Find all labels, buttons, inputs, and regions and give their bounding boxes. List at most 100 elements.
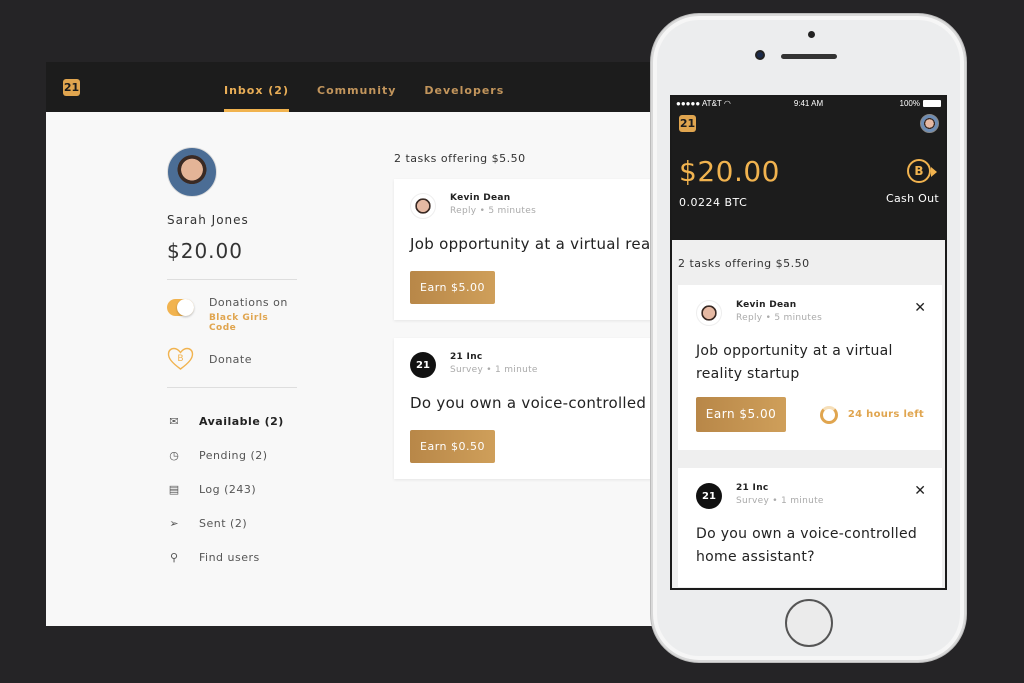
close-icon[interactable]: ✕ (914, 483, 926, 499)
mail-icon: ✉ (169, 414, 179, 428)
task-card-header: Kevin Dean Reply • 5 minutes (410, 193, 666, 219)
sidebar-item-label: Pending (2) (199, 448, 268, 462)
phone-screen: ●●●●● AT&T ◠ 9:41 AM 100% 21 $20.00 0.02… (670, 95, 947, 590)
sender-avatar: 21 (410, 352, 436, 378)
task-card-header: Kevin Dean Reply • 5 minutes (696, 300, 924, 326)
task-meta: 21 Inc Survey • 1 minute (736, 483, 824, 506)
donations-org-link[interactable]: Black Girls Code (209, 313, 299, 333)
svg-text:B: B (177, 354, 183, 364)
send-icon: ➢ (169, 516, 179, 530)
sender-avatar: 21 (696, 483, 722, 509)
divider (167, 279, 297, 280)
logo-glyph: 21 (679, 117, 696, 130)
task-meta: Kevin Dean Reply • 5 minutes (450, 193, 536, 216)
sender-name: 21 Inc (736, 483, 769, 493)
sender-name: Kevin Dean (450, 193, 511, 203)
time-remaining-label: 24 hours left (847, 409, 924, 420)
top-nav-bar: 21 Inbox (2) Community Developers (46, 62, 666, 112)
task-meta: 21 Inc Survey • 1 minute (450, 352, 538, 375)
battery-icon (923, 100, 941, 107)
battery-status: 100% (900, 99, 941, 108)
sidebar-item-sent[interactable]: ➢ Sent (2) (167, 506, 299, 540)
tab-developers[interactable]: Developers (424, 62, 504, 112)
front-camera (755, 50, 765, 60)
status-bar: ●●●●● AT&T ◠ 9:41 AM 100% (676, 99, 941, 111)
logo-21-icon[interactable]: 21 (679, 115, 696, 132)
task-card-header: 21 21 Inc Survey • 1 minute (696, 483, 924, 509)
earpiece-speaker (781, 54, 837, 59)
donations-text: Donations on Black Girls Code (209, 296, 299, 333)
donations-label: Donations on (208, 296, 288, 309)
battery-percent: 100% (899, 99, 920, 108)
task-title: Do you own a voice-controlled home assis… (410, 394, 666, 412)
phone-device: ●●●●● AT&T ◠ 9:41 AM 100% 21 $20.00 0.02… (651, 14, 966, 662)
earn-button[interactable]: Earn $0.50 (410, 430, 495, 463)
task-title: Job opportunity at a virtual reality sta… (410, 235, 666, 253)
close-icon[interactable]: ✕ (914, 300, 926, 316)
sender-avatar (410, 193, 436, 219)
tab-inbox[interactable]: Inbox (2) (224, 62, 289, 112)
time-remaining: 24 hours left (819, 405, 924, 424)
balance: $20.00 (679, 155, 780, 188)
earn-button[interactable]: Earn $5.00 (410, 271, 495, 304)
sidebar-item-label: Find users (199, 550, 260, 564)
bitcoin-cashout-icon: B (907, 159, 937, 183)
task-subtitle: Survey • 1 minute (736, 496, 824, 506)
sidebar-item-find-users[interactable]: ⚲ Find users (167, 540, 299, 574)
avatar[interactable] (920, 114, 939, 133)
task-meta: Kevin Dean Reply • 5 minutes (736, 300, 822, 323)
task-title: Do you own a voice-controlled home assis… (696, 526, 918, 565)
task-card[interactable]: 21 21 Inc Survey • 1 minute Do you own a… (394, 338, 666, 479)
task-title: Job opportunity at a virtual reality sta… (696, 343, 893, 382)
feed-summary: 2 tasks offering $5.50 (678, 257, 810, 270)
task-feed: 2 tasks offering $5.50 ✕ Kevin Dean Repl… (678, 257, 942, 587)
sidebar-item-label: Log (243) (199, 482, 257, 496)
sender-name: Kevin Dean (736, 300, 797, 310)
wallet-header: ●●●●● AT&T ◠ 9:41 AM 100% 21 $20.00 0.02… (672, 97, 945, 240)
task-card-header: 21 21 Inc Survey • 1 minute (410, 352, 666, 378)
donate-button[interactable]: B Donate (167, 347, 299, 371)
search-icon: ⚲ (169, 550, 179, 564)
brand-logo-glyph: 21 (416, 359, 430, 371)
donations-toggle[interactable] (167, 299, 194, 316)
donations-row: Donations on Black Girls Code (167, 296, 299, 333)
sidebar-item-available[interactable]: ✉ Available (2) (167, 404, 299, 438)
task-card[interactable]: ✕ Kevin Dean Reply • 5 minutes Job oppor… (678, 285, 942, 450)
donate-label: Donate (209, 352, 252, 366)
avatar[interactable] (167, 147, 217, 197)
heart-bitcoin-icon: B (167, 347, 194, 370)
logo-21-icon[interactable]: 21 (63, 79, 80, 96)
task-subtitle: Reply • 5 minutes (450, 206, 537, 216)
earn-button[interactable]: Earn $5.00 (696, 397, 786, 432)
sidebar-item-log[interactable]: ▤ Log (243) (167, 472, 299, 506)
home-button[interactable] (785, 599, 833, 647)
cash-out-button[interactable]: B Cash Out (879, 159, 939, 205)
task-actions: Earn $5.00 24 hours left (696, 397, 924, 432)
proximity-sensor (808, 31, 815, 38)
sidebar-item-label: Sent (2) (199, 516, 248, 530)
desktop-app-window: 21 Inbox (2) Community Developers Sarah … (46, 62, 666, 626)
log-icon: ▤ (168, 482, 180, 496)
task-feed: 2 tasks offering $5.50 Kevin Dean Reply … (394, 152, 666, 479)
logo-glyph: 21 (63, 81, 80, 94)
btc-balance: 0.0224 BTC (679, 196, 748, 209)
feed-summary: 2 tasks offering $5.50 (394, 152, 526, 165)
sender-name: 21 Inc (450, 352, 483, 362)
nav-tabs: Inbox (2) Community Developers (224, 62, 532, 112)
cash-out-label: Cash Out (886, 192, 939, 205)
clock-icon: ◷ (169, 448, 179, 462)
sidebar: Sarah Jones $20.00 Donations on Black Gi… (167, 147, 299, 574)
divider (167, 387, 297, 388)
task-card[interactable]: ✕ 21 21 Inc Survey • 1 minute Do you own… (678, 468, 942, 587)
sidebar-item-label: Available (2) (199, 414, 284, 428)
task-card[interactable]: Kevin Dean Reply • 5 minutes Job opportu… (394, 179, 666, 320)
brand-logo-glyph: 21 (702, 490, 716, 502)
sidebar-item-pending[interactable]: ◷ Pending (2) (167, 438, 299, 472)
task-subtitle: Survey • 1 minute (450, 365, 538, 375)
sender-avatar (696, 300, 722, 326)
tab-community[interactable]: Community (317, 62, 396, 112)
user-name: Sarah Jones (167, 213, 249, 227)
timer-ring-icon (819, 405, 838, 424)
task-subtitle: Reply • 5 minutes (736, 313, 823, 323)
balance: $20.00 (167, 239, 243, 263)
